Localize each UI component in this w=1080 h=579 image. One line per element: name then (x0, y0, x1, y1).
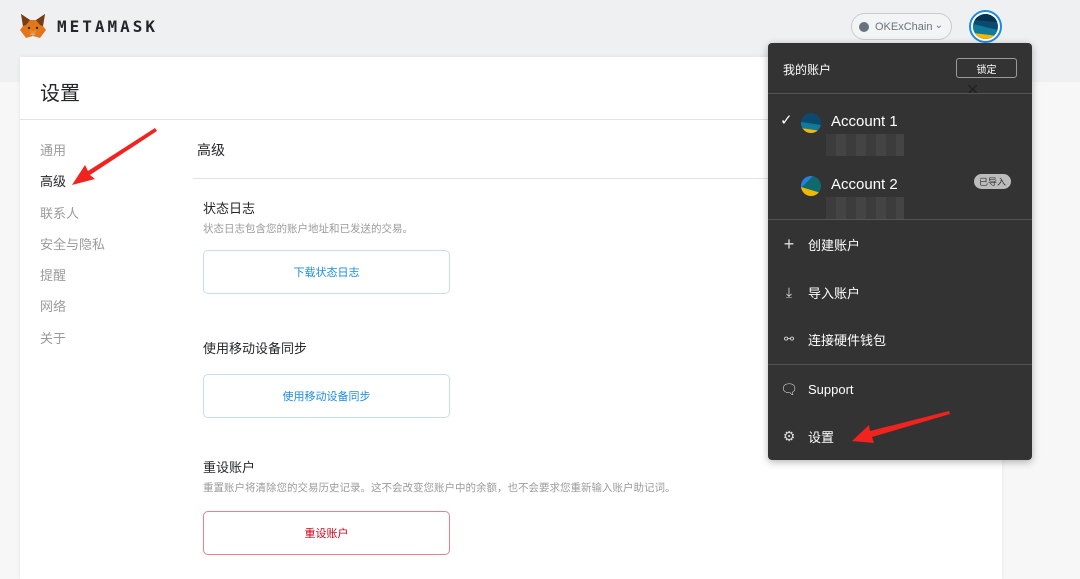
fox-icon (20, 14, 46, 38)
mobile-sync-title: 使用移动设备同步 (203, 341, 308, 356)
account-balance-blurred (826, 134, 904, 156)
support-label: Support (808, 381, 854, 397)
import-account-item[interactable]: ⤓ 导入账户 (768, 277, 1032, 307)
sidebar-item-advanced[interactable]: 高级 (40, 171, 105, 202)
state-logs-title: 状态日志 (203, 201, 256, 216)
sidebar-item-alerts[interactable]: 提醒 (40, 265, 105, 296)
sidebar-item-about[interactable]: 关于 (40, 328, 105, 359)
connect-hardware-item[interactable]: ⚯ 连接硬件钱包 (768, 324, 1032, 354)
mobile-sync-block: 使用移动设备同步 使用移动设备同步 (203, 338, 450, 418)
account-balance-blurred (826, 197, 904, 219)
settings-item[interactable]: ⚙ 设置 (768, 421, 1032, 451)
settings-label: 设置 (808, 429, 835, 445)
brand-name: METAMASK (57, 16, 159, 36)
imported-badge: 已导入 (974, 174, 1012, 189)
account-identicon (801, 176, 821, 196)
check-icon: ✓ (780, 112, 793, 129)
download-state-logs-button[interactable]: 下载状态日志 (203, 250, 450, 294)
sidebar-item-security-privacy[interactable]: 安全与隐私 (40, 234, 105, 265)
sidebar-item-contacts[interactable]: 联系人 (40, 203, 105, 234)
divider (768, 219, 1032, 220)
account-name: Account 1 (831, 113, 898, 130)
create-account-item[interactable]: + 创建账户 (768, 229, 1032, 259)
settings-sidebar: 通用 高级 联系人 安全与隐私 提醒 网络 关于 (40, 140, 105, 359)
create-account-label: 创建账户 (808, 237, 861, 253)
reset-account-desc: 重置账户将清除您的交易历史记录。这不会改变您账户中的余额，也不会要求您重新输入账… (203, 482, 676, 494)
plus-icon: + (783, 233, 795, 254)
state-logs-desc: 状态日志包含您的账户地址和已发送的交易。 (203, 223, 413, 235)
download-icon: ⤓ (785, 283, 793, 300)
lock-button[interactable]: 锁定 (956, 58, 1017, 78)
connect-hardware-label: 连接硬件钱包 (808, 332, 887, 348)
identicon (973, 14, 998, 39)
metamask-logo[interactable]: METAMASK (19, 12, 158, 40)
divider (768, 93, 1032, 94)
chevron-down-icon: ⌄ (934, 20, 943, 31)
network-icon (859, 21, 869, 32)
page-title: 设置 (40, 83, 80, 105)
gear-icon: ⚙ (782, 427, 796, 444)
sidebar-item-general[interactable]: 通用 (40, 140, 105, 171)
usb-icon: ⚯ (783, 332, 795, 346)
reset-account-button[interactable]: 重设账户 (203, 511, 450, 555)
reset-account-title: 重设账户 (203, 460, 256, 475)
divider (768, 364, 1032, 365)
sidebar-item-networks[interactable]: 网络 (40, 296, 105, 327)
menu-header: 我的账户 (783, 63, 832, 77)
account-identicon (801, 113, 821, 133)
chat-icon: 🗨 (780, 380, 798, 397)
close-icon[interactable]: ✕ (966, 80, 979, 100)
network-name: OKExChain (875, 20, 933, 33)
state-logs-block: 状态日志 状态日志包含您的账户地址和已发送的交易。 下载状态日志 (203, 198, 450, 294)
network-selector[interactable]: OKExChain ⌄ (851, 13, 952, 40)
section-title: 高级 (197, 142, 225, 158)
reset-account-block: 重设账户 重置账户将清除您的交易历史记录。这不会改变您账户中的余额，也不会要求您… (203, 457, 676, 555)
account-item-1[interactable]: ✓ Account 1 (768, 107, 1032, 157)
import-account-label: 导入账户 (808, 285, 861, 301)
account-menu: 我的账户 锁定 ✕ ✓ Account 1 Account 2 已导入 + 创建… (768, 43, 1032, 460)
support-item[interactable]: 🗨 Support (768, 374, 1032, 404)
account-name: Account 2 (831, 176, 898, 193)
mobile-sync-button[interactable]: 使用移动设备同步 (203, 374, 450, 418)
account-avatar[interactable] (969, 10, 1002, 43)
